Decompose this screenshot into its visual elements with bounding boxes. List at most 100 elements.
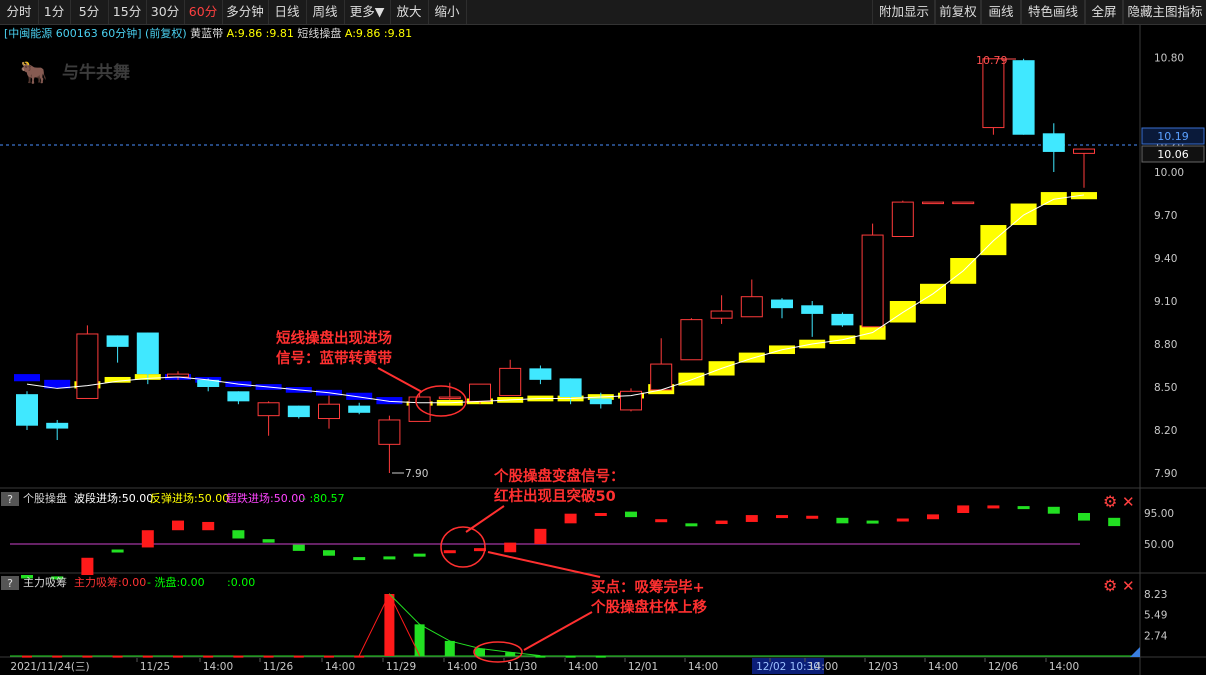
info-info-ind1_vals: A:9.86 :9.81: [227, 27, 294, 40]
info-info-ind2_name: 短线操盘: [294, 26, 345, 40]
subpanel1-bar: [927, 514, 939, 520]
subpanel1-bar: [81, 557, 94, 575]
subpanel2-bar: [22, 655, 32, 658]
candle-body-down: [1042, 133, 1065, 152]
candle-body-up: [861, 234, 884, 328]
subpanel2-item-0: 主力吸筹:0.00: [74, 575, 146, 589]
subpanel1-bar: [866, 520, 879, 524]
close-icon: ✕: [1122, 493, 1135, 511]
band-segment: [1040, 192, 1067, 205]
subpanel1-bar: [1108, 517, 1121, 527]
band-segment: [104, 376, 131, 383]
chart-svg: [中闽能源 600163 60分钟] (前复权) 黄蓝带 A:9.86 :9.8…: [0, 25, 1206, 675]
candle-body-down: [801, 305, 824, 314]
info-info-ind2_vals: A:9.86 :9.81: [345, 27, 412, 40]
price-axis-tick: 9.40: [1154, 253, 1177, 265]
candle-body-down: [589, 398, 612, 405]
price-box-bottom-text: 10.06: [1157, 148, 1189, 161]
toolbar-button-4[interactable]: 30分: [146, 0, 185, 24]
price-axis-tick: 9.70: [1154, 210, 1177, 222]
candle-body-down: [287, 405, 310, 418]
annotation-3-line-1: 买点：吸筹完毕+: [591, 578, 705, 596]
toolbar-right-button-1[interactable]: 前复权: [934, 0, 982, 24]
price-axis-tick: 8.50: [1154, 382, 1177, 394]
subpanel1-bar: [262, 539, 275, 543]
toolbar-button-9[interactable]: 更多▼: [344, 0, 391, 24]
toolbar-button-5[interactable]: 60分: [184, 0, 223, 24]
time-axis-label: 11/26: [263, 661, 294, 673]
candle-body-down: [771, 299, 793, 309]
subpanel1-bar: [957, 505, 970, 513]
band-segment: [1010, 203, 1037, 226]
price-axis-tick: 8.80: [1154, 339, 1177, 351]
toolbar-button-0[interactable]: 分时: [0, 0, 39, 24]
subpanel1-bar: [443, 550, 456, 554]
subpanel1-bar: [987, 505, 1000, 509]
subpanel2-bar: [354, 655, 365, 658]
candle-body-up: [922, 201, 944, 205]
subpanel1-bar: [806, 515, 819, 519]
time-axis-label: 12/06: [988, 661, 1019, 673]
subpanel2-bar: [263, 655, 274, 658]
toolbar-button-3[interactable]: 15分: [108, 0, 147, 24]
candle-body-down: [46, 422, 69, 429]
subpanel1-bar: [685, 523, 698, 527]
subpanel2-bar: [565, 655, 576, 658]
toolbar-button-8[interactable]: 周线: [306, 0, 345, 24]
subpanel1-bar: [172, 520, 184, 531]
subpanel1-bar: [776, 515, 788, 519]
subpanel2-title: 主力吸筹: [23, 575, 67, 589]
candle-body-up: [318, 403, 340, 420]
time-axis-label: 14:00: [1049, 661, 1079, 673]
subpanel1-bar: [594, 513, 607, 516]
subpanel1-item-0: 波段进场:50.00: [74, 491, 153, 505]
candle-body-up: [499, 367, 522, 397]
subpanel1-bar: [202, 521, 215, 531]
annotation-2-line-1: 个股操盘变盘信号：: [493, 467, 625, 485]
toolbar-button-10[interactable]: 放大: [390, 0, 429, 24]
toolbar-button-6[interactable]: 多分钟: [222, 0, 269, 24]
time-axis-label: 11/25: [140, 661, 170, 673]
subpanel1-title: 个股操盘: [23, 491, 67, 505]
toolbar-right-button-0[interactable]: 附加显示: [872, 0, 936, 24]
toolbar-right-button-3[interactable]: 特色画线: [1020, 0, 1086, 24]
candle-body-down: [831, 313, 854, 326]
subpanel1-bar: [353, 557, 366, 561]
subpanel1-bar: [655, 519, 668, 523]
info-info-ind1_name: 黄蓝带: [187, 26, 227, 40]
subpanel1-item-3: - :80.57: [302, 492, 345, 505]
subpanel2-bar: [233, 655, 244, 658]
toolbar-right-button-5[interactable]: 隐藏主图指标: [1122, 0, 1206, 24]
time-axis-label: 14:00: [325, 661, 355, 673]
candle-body-up: [982, 58, 1005, 129]
subpanel1-bar: [504, 542, 517, 553]
annotation-3-line-2: 个股操盘柱体上移: [590, 598, 707, 616]
subpanel1-item-2: 超跌进场:50.00: [226, 491, 305, 505]
toolbar-button-7[interactable]: 日线: [268, 0, 307, 24]
subpanel2-bar: [324, 655, 334, 658]
band-segment: [678, 372, 705, 386]
subpanel2-bar: [52, 655, 63, 658]
candle-body-up: [469, 383, 491, 402]
subpanel2-bar: [142, 655, 153, 658]
toolbar-right-button-2[interactable]: 画线: [980, 0, 1022, 24]
candle-body-up: [891, 201, 914, 238]
time-axis-label: 11/29: [386, 661, 416, 673]
subpanel1-bar: [413, 553, 426, 557]
time-axis-label: 11/30: [507, 661, 537, 673]
price-box-top-text: 10.19: [1157, 130, 1189, 143]
toolbar-button-1[interactable]: 1分: [38, 0, 71, 24]
watermark-logo-icon: 🐂: [20, 61, 47, 86]
toolbar-button-11[interactable]: 缩小: [428, 0, 467, 24]
subpanel1-bar: [715, 520, 728, 525]
candle-body-up: [76, 333, 99, 399]
price-axis-tick: 10.00: [1154, 167, 1184, 179]
candle-body-down: [106, 335, 129, 347]
subpanel2-bar: [82, 655, 93, 658]
toolbar-button-2[interactable]: 5分: [70, 0, 109, 24]
subpanel2-axis-tick: 8.23: [1144, 589, 1167, 601]
subpanel1-bar: [836, 517, 849, 524]
subpanel1-bar: [625, 511, 637, 518]
toolbar: 分时 1分 5分 15分 30分 60分 多分钟 日线 周线 更多▼ 放大 缩小 隐藏主图指标 全屏 特色画…: [0, 0, 1206, 25]
toolbar-right-button-4[interactable]: 全屏: [1084, 0, 1124, 24]
